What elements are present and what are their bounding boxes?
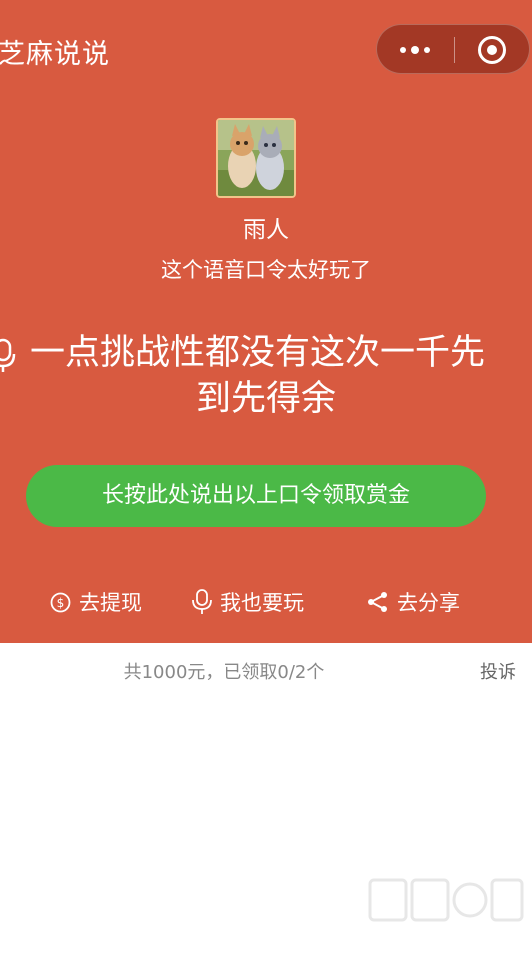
microphone-icon bbox=[192, 589, 212, 614]
report-link[interactable]: 投诉 bbox=[480, 658, 516, 684]
capsule-divider bbox=[454, 37, 455, 63]
sender-name: 雨人 bbox=[243, 217, 289, 243]
target-close-icon[interactable] bbox=[478, 36, 506, 64]
app-title: 芝麻说说 bbox=[0, 39, 110, 70]
microphone-icon bbox=[0, 338, 16, 372]
hold-to-speak-button[interactable]: 长按此处说出以上口令领取赏金 bbox=[26, 465, 486, 527]
mini-program-capsule bbox=[376, 24, 530, 74]
share-label: 去分享 bbox=[397, 591, 460, 615]
play-too-label: 我也要玩 bbox=[220, 591, 304, 615]
sender-message: 这个语音口令太好玩了 bbox=[161, 258, 371, 282]
red-packet-panel: 芝麻说说 雨人 这个语音口令太好玩了 一点挑战性都没有这次一千先 到先得余 长按… bbox=[0, 0, 532, 643]
withdraw-label: 去提现 bbox=[79, 591, 142, 615]
avatar bbox=[216, 118, 296, 198]
withdraw-button[interactable]: $ 去提现 bbox=[50, 586, 142, 618]
share-button[interactable]: 去分享 bbox=[367, 586, 460, 618]
voice-command-line-1: 一点挑战性都没有这次一千先 bbox=[30, 333, 486, 373]
dollar-circle-icon: $ bbox=[50, 592, 71, 612]
svg-text:$: $ bbox=[57, 596, 65, 610]
voice-command-line-2: 到先得余 bbox=[195, 379, 336, 419]
watermark-logo bbox=[368, 878, 524, 922]
more-dots-icon[interactable] bbox=[377, 25, 453, 75]
packet-summary: 共1000元，已领取0/2个 bbox=[123, 662, 325, 683]
play-too-button[interactable]: 我也要玩 bbox=[192, 586, 304, 618]
share-icon bbox=[368, 592, 387, 612]
